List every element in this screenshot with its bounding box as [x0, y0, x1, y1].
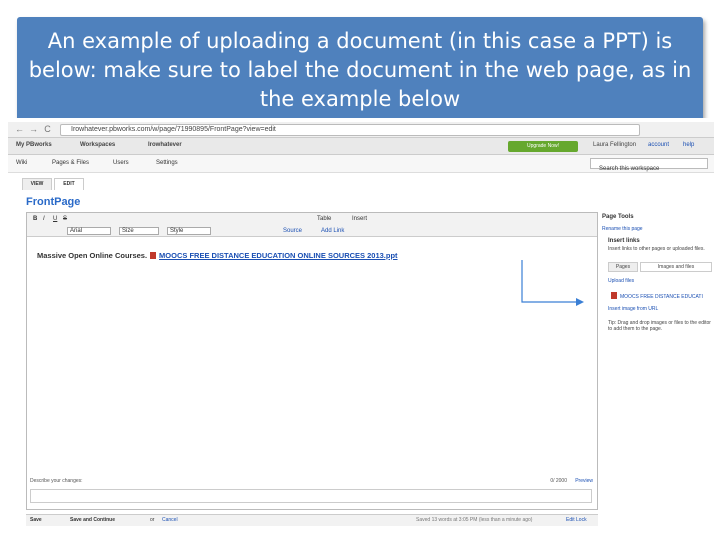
users-link[interactable]: Users [113, 160, 129, 166]
describe-changes-label: Describe your changes: 0/ 2000 Preview [27, 478, 597, 488]
font-select[interactable]: Arial [67, 227, 111, 235]
app-header: My PBworks Workspaces Irowhatever Upgrad… [8, 138, 714, 155]
cancel-link[interactable]: Cancel [162, 517, 178, 523]
style-select-value: Style [170, 228, 184, 234]
pointer-arrow [521, 260, 584, 306]
size-select-value: Size [122, 228, 134, 234]
reload-button[interactable]: C [42, 124, 53, 135]
char-count: 0/ 2000 [550, 478, 567, 484]
search-input[interactable]: Search this workspace [590, 158, 708, 172]
ppt-file-icon [611, 292, 617, 299]
browser-screenshot: ← → C Irowhatever.pbworks.com/w/page/719… [8, 118, 714, 528]
insert-links-desc: Insert links to other pages or uploaded … [608, 246, 705, 252]
save-bar: Save Save and Continue or Cancel Saved 1… [26, 514, 598, 526]
source-button[interactable]: Source [283, 228, 302, 234]
upload-files-link[interactable]: Upload files [608, 278, 634, 284]
tab-pages[interactable]: Pages [608, 262, 638, 272]
workspace-nav: Wiki Pages & Files Users Settings Search… [8, 155, 714, 173]
font-select-value: Arial [70, 228, 83, 234]
bold-button[interactable]: B [33, 216, 37, 222]
address-bar[interactable]: Irowhatever.pbworks.com/w/page/71990895/… [60, 124, 640, 136]
rich-text-editor: B I U S Table Insert Arial Size Style So… [26, 212, 598, 510]
workspace-name[interactable]: Irowhatever [148, 142, 182, 148]
edit-lock-link[interactable]: Edit Lock [566, 517, 587, 523]
page-title: FrontPage [26, 196, 81, 208]
back-button[interactable]: ← [14, 124, 25, 135]
table-menu[interactable]: Table [317, 216, 331, 222]
tab-images-files[interactable]: Images and files [640, 262, 712, 272]
sidebar-page-tools: Page Tools Rename this page Insert links… [602, 212, 714, 412]
save-continue-button[interactable]: Save and Continue [70, 517, 115, 523]
body-text: Massive Open Online Courses. [37, 251, 148, 260]
size-select[interactable]: Size [119, 227, 159, 235]
uploaded-file-name: MOOCS FREE DISTANCE EDUCATI [620, 294, 703, 300]
view-edit-tabs: VIEW EDIT [8, 176, 714, 190]
drag-drop-tip: Tip: Drag and drop images or files to th… [608, 320, 711, 332]
preview-link[interactable]: Preview [575, 478, 593, 484]
title-banner: An example of uploading a document (in t… [17, 17, 703, 131]
uploaded-file-item[interactable]: MOOCS FREE DISTANCE EDUCATI [608, 292, 703, 300]
style-select[interactable]: Style [167, 227, 211, 235]
add-link-button[interactable]: Add Link [321, 228, 344, 234]
my-pbworks-link[interactable]: My PBworks [16, 142, 52, 148]
rename-page-link[interactable]: Rename this page [602, 226, 643, 232]
tab-edit[interactable]: EDIT [54, 178, 84, 190]
url-text: Irowhatever.pbworks.com/w/page/71990895/… [71, 126, 276, 133]
describe-changes-text: Describe your changes: [30, 478, 83, 484]
insert-menu[interactable]: Insert [352, 216, 367, 222]
forward-button[interactable]: → [28, 124, 39, 135]
help-link[interactable]: help [683, 142, 694, 148]
saved-status: Saved 13 words at 3:05 PM (less than a m… [416, 517, 533, 523]
strike-button[interactable]: S [63, 216, 67, 222]
wiki-link[interactable]: Wiki [16, 160, 27, 166]
upgrade-button[interactable]: Upgrade Now! [508, 141, 578, 152]
banner-title: An example of uploading a document (in t… [28, 29, 692, 111]
editor-toolbar: B I U S Table Insert Arial Size Style So… [27, 213, 597, 237]
browser-toolbar: ← → C Irowhatever.pbworks.com/w/page/719… [8, 122, 714, 138]
insert-links-heading: Insert links [608, 238, 640, 244]
slide: An example of uploading a document (in t… [0, 0, 720, 540]
account-link[interactable]: account [648, 142, 669, 148]
tab-view[interactable]: VIEW [22, 178, 52, 190]
insert-image-url-link[interactable]: Insert image from URL [608, 306, 658, 312]
workspaces-menu[interactable]: Workspaces [80, 142, 115, 148]
ppt-file-icon [150, 252, 157, 259]
editor-content[interactable]: Massive Open Online Courses. MOOCS FREE D… [37, 251, 398, 260]
pages-files-link[interactable]: Pages & Files [52, 160, 89, 166]
underline-button[interactable]: U [53, 216, 57, 222]
search-placeholder: Search this workspace [599, 166, 660, 172]
save-button[interactable]: Save [30, 517, 42, 523]
user-name[interactable]: Laura Fellington [593, 142, 636, 148]
settings-link[interactable]: Settings [156, 160, 178, 166]
italic-button[interactable]: I [43, 216, 45, 222]
ppt-document-link[interactable]: MOOCS FREE DISTANCE EDUCATION ONLINE SOU… [159, 251, 398, 260]
or-text: or [150, 517, 155, 523]
describe-changes-input[interactable] [30, 489, 592, 503]
page-tools-heading: Page Tools [602, 214, 634, 220]
